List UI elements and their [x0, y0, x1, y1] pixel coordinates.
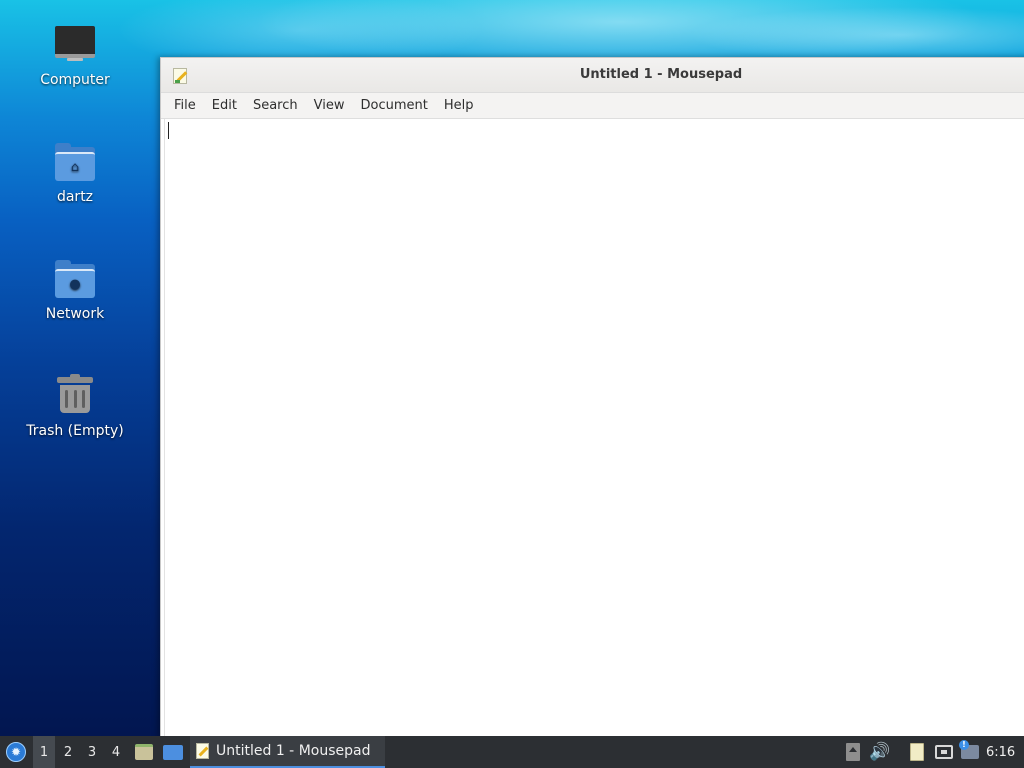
- desktop-icon-label: Computer: [40, 72, 110, 88]
- menu-document[interactable]: Document: [352, 95, 435, 116]
- window-titlebar[interactable]: Untitled 1 - Mousepad: [161, 58, 1024, 93]
- show-desktop-icon: [163, 744, 183, 760]
- menu-view[interactable]: View: [306, 95, 353, 116]
- tray-clipboard[interactable]: [904, 736, 930, 768]
- computer-icon: [53, 22, 97, 66]
- mousepad-icon: [196, 743, 209, 759]
- file-manager-launcher[interactable]: [132, 736, 156, 768]
- menu-file[interactable]: File: [166, 95, 204, 116]
- desktop-icon-network[interactable]: ● Network: [10, 256, 140, 322]
- network-folder-icon: ●: [53, 256, 97, 300]
- taskbar: ✹ 1 2 3 4 Untitled 1 - Mousepad 🔊 6:16: [0, 736, 1024, 768]
- text-editor-area[interactable]: [164, 119, 1024, 736]
- desktop: Computer ⌂ dartz ● Network Trash (Empty)…: [0, 0, 1024, 736]
- file-manager-icon: [135, 744, 153, 760]
- tray-network[interactable]: [931, 736, 957, 768]
- trash-icon: [53, 373, 97, 417]
- clipboard-icon: [910, 743, 924, 761]
- volume-icon: 🔊: [869, 742, 891, 762]
- tray-volume[interactable]: 🔊: [867, 736, 893, 768]
- home-folder-icon: ⌂: [53, 139, 97, 183]
- start-menu-icon: ✹: [6, 742, 26, 762]
- desktop-icon-dartz[interactable]: ⌂ dartz: [10, 139, 140, 205]
- tray-eject[interactable]: [840, 736, 866, 768]
- show-desktop-button[interactable]: [160, 736, 186, 768]
- eject-icon: [846, 743, 860, 761]
- updates-icon: [959, 740, 979, 759]
- menu-help[interactable]: Help: [436, 95, 482, 116]
- menu-search[interactable]: Search: [245, 95, 306, 116]
- workspace-1[interactable]: 1: [33, 736, 55, 768]
- workspace-2[interactable]: 2: [57, 736, 79, 768]
- desktop-icon-trash[interactable]: Trash (Empty): [10, 373, 140, 439]
- desktop-icon-computer[interactable]: Computer: [10, 22, 140, 88]
- window-title: Untitled 1 - Mousepad: [579, 67, 743, 82]
- desktop-icon-label: Trash (Empty): [26, 423, 124, 439]
- workspace-3[interactable]: 3: [81, 736, 103, 768]
- desktop-icon-label: Network: [45, 306, 105, 322]
- clock[interactable]: 6:16: [986, 736, 1015, 768]
- task-label: Untitled 1 - Mousepad: [216, 743, 371, 759]
- text-caret: [168, 122, 169, 139]
- mousepad-window: Untitled 1 - Mousepad File Edit Search V…: [160, 57, 1024, 736]
- desktop-icon-label: dartz: [56, 189, 94, 205]
- task-button-mousepad[interactable]: Untitled 1 - Mousepad: [190, 736, 385, 768]
- tray-updates[interactable]: [957, 736, 983, 768]
- menu-edit[interactable]: Edit: [204, 95, 245, 116]
- workspace-4[interactable]: 4: [105, 736, 127, 768]
- menu-bar: File Edit Search View Document Help: [161, 93, 1024, 119]
- start-menu-button[interactable]: ✹: [4, 736, 28, 768]
- network-icon: [935, 745, 953, 759]
